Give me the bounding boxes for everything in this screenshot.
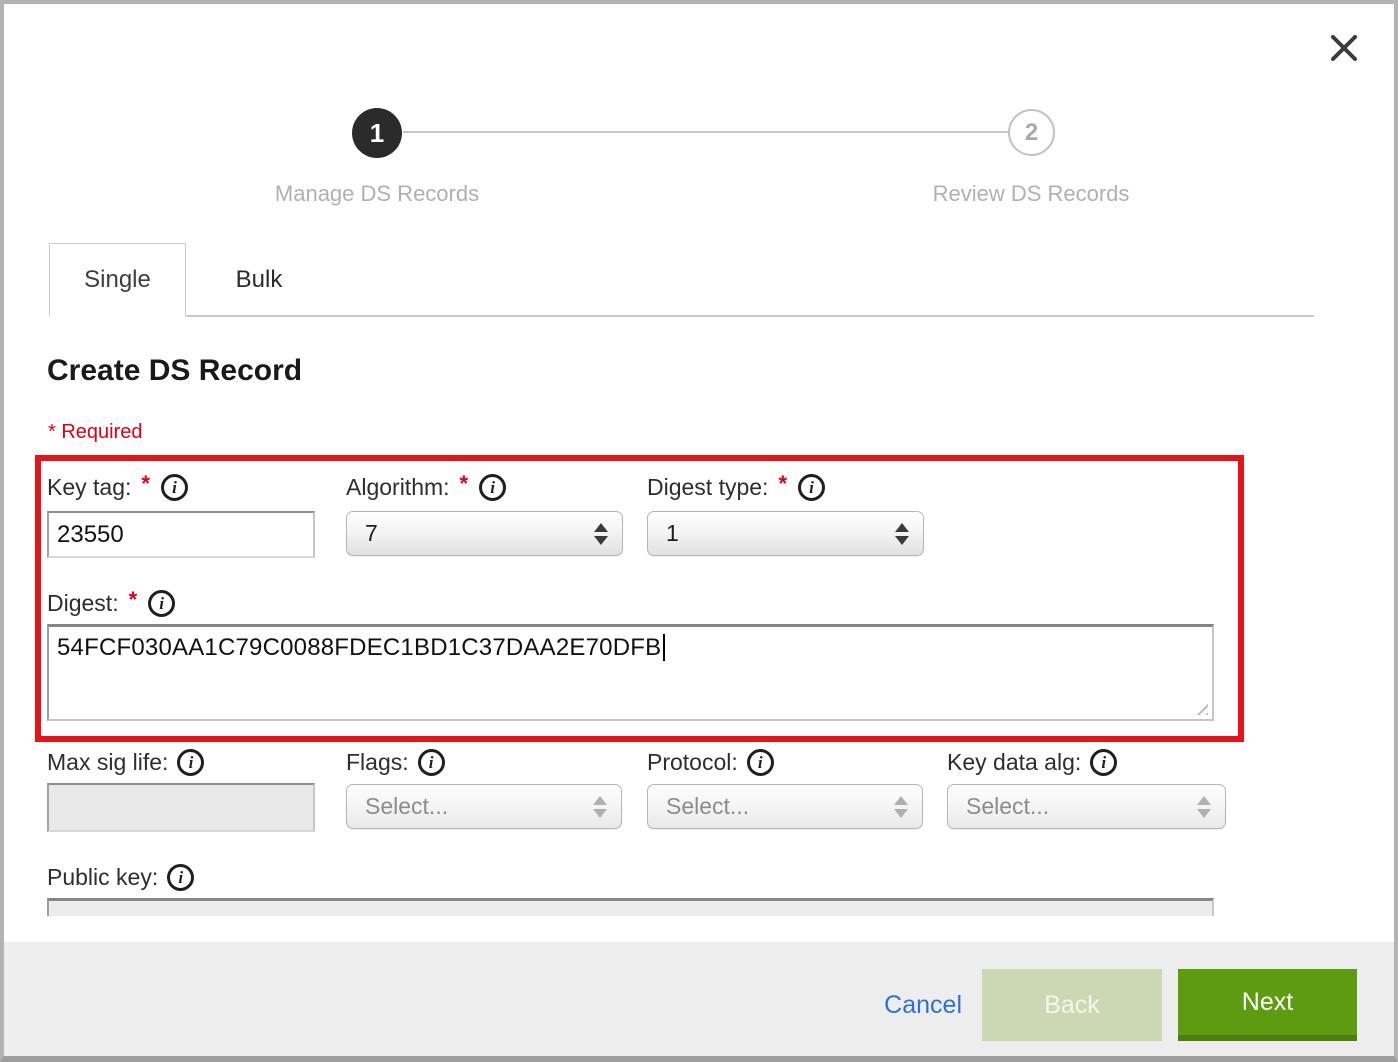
dialog-footer: Cancel Back Next xyxy=(4,942,1394,1056)
flags-select: Select... xyxy=(346,784,622,829)
stepper-step-1-number: 1 xyxy=(370,118,384,149)
resize-grip-icon[interactable] xyxy=(1192,699,1208,715)
protocol-info-icon[interactable]: i xyxy=(747,749,774,776)
stepper-connector xyxy=(403,131,1008,133)
digest-value: 54FCF030AA1C79C0088FDEC1BD1C37DAA2E70DFB xyxy=(57,634,661,661)
algorithm-info-icon[interactable]: i xyxy=(479,474,506,501)
digest-info-icon[interactable]: i xyxy=(148,590,175,617)
key-tag-info-icon[interactable]: i xyxy=(161,474,188,501)
digest-type-select-value: 1 xyxy=(666,520,895,547)
required-asterisk: * xyxy=(460,471,469,497)
page-title: Create DS Record xyxy=(47,354,302,388)
key-data-alg-info-icon[interactable]: i xyxy=(1090,749,1117,776)
tab-bulk[interactable]: Bulk xyxy=(186,243,332,316)
public-key-info-icon[interactable]: i xyxy=(167,864,194,891)
max-sig-life-info-icon[interactable]: i xyxy=(177,749,204,776)
digest-type-label: Digest type: * i xyxy=(647,471,825,503)
select-arrows-icon xyxy=(895,523,909,545)
protocol-select-value: Select... xyxy=(666,793,894,820)
protocol-label: Protocol: i xyxy=(647,746,774,778)
max-sig-life-input xyxy=(47,783,315,832)
cancel-button[interactable]: Cancel xyxy=(884,991,962,1020)
digest-textarea[interactable]: 54FCF030AA1C79C0088FDEC1BD1C37DAA2E70DFB xyxy=(47,624,1214,721)
key-tag-label: Key tag: * i xyxy=(47,471,188,503)
tab-single-label: Single xyxy=(84,266,151,294)
stepper-step-1-circle: 1 xyxy=(352,108,402,158)
required-asterisk: * xyxy=(778,471,787,497)
tabs-divider xyxy=(186,315,1314,317)
digest-type-info-icon[interactable]: i xyxy=(798,474,825,501)
select-arrows-icon xyxy=(894,796,908,818)
select-arrows-icon xyxy=(1197,796,1211,818)
max-sig-life-label: Max sig life: i xyxy=(47,746,204,778)
protocol-select: Select... xyxy=(647,784,923,829)
required-asterisk: * xyxy=(129,587,138,613)
select-arrows-icon xyxy=(594,523,608,545)
tab-bulk-label: Bulk xyxy=(236,266,283,294)
key-data-alg-label: Key data alg: i xyxy=(947,746,1117,778)
next-button[interactable]: Next xyxy=(1178,969,1357,1041)
flags-select-value: Select... xyxy=(365,793,593,820)
required-note: * Required xyxy=(48,421,143,444)
algorithm-label: Algorithm: * i xyxy=(346,471,506,503)
stepper-step-2-number: 2 xyxy=(1025,119,1038,147)
key-data-alg-select: Select... xyxy=(947,784,1226,829)
public-key-label: Public key: i xyxy=(47,861,194,893)
stepper-step-2-label: Review DS Records xyxy=(831,181,1231,207)
required-asterisk: * xyxy=(141,471,150,497)
key-data-alg-select-value: Select... xyxy=(966,793,1197,820)
algorithm-select[interactable]: 7 xyxy=(346,511,623,556)
public-key-textarea xyxy=(47,898,1214,916)
back-button: Back xyxy=(982,969,1162,1041)
flags-info-icon[interactable]: i xyxy=(418,749,445,776)
digest-label: Digest: * i xyxy=(47,587,175,619)
stepper-step-1-label: Manage DS Records xyxy=(177,181,577,207)
select-arrows-icon xyxy=(593,796,607,818)
stepper-step-2-circle: 2 xyxy=(1008,109,1055,156)
key-tag-input[interactable] xyxy=(47,511,315,558)
create-ds-record-dialog: 1 2 Manage DS Records Review DS Records … xyxy=(0,0,1398,1062)
close-icon[interactable] xyxy=(1328,32,1360,64)
digest-type-select[interactable]: 1 xyxy=(647,511,924,556)
algorithm-select-value: 7 xyxy=(365,520,594,547)
flags-label: Flags: i xyxy=(346,746,445,778)
text-cursor xyxy=(663,634,665,661)
tab-single[interactable]: Single xyxy=(49,243,186,316)
